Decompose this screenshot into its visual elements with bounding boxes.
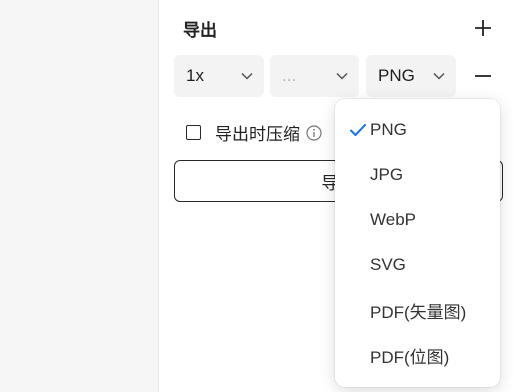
format-option-pdf-vector[interactable]: PDF(矢量图): [335, 290, 500, 330]
canvas-area: [0, 0, 159, 392]
compress-option: 导出时压缩: [186, 120, 322, 145]
format-select[interactable]: PNG: [366, 55, 456, 97]
format-value: PNG: [378, 66, 415, 85]
minus-icon: [475, 75, 491, 77]
format-option-png[interactable]: PNG: [335, 110, 500, 150]
format-option-svg[interactable]: SVG: [335, 245, 500, 285]
compress-checkbox[interactable]: [186, 125, 201, 140]
format-option-label: PDF(位图): [370, 347, 450, 367]
chevron-down-icon: [336, 72, 348, 80]
format-option-label: SVG: [370, 255, 406, 274]
format-option-pdf-bitmap[interactable]: PDF(位图): [335, 335, 500, 375]
format-option-label: JPG: [370, 165, 404, 184]
scale-value: 1x: [186, 66, 204, 85]
export-section-title: 导出: [183, 21, 217, 40]
compress-label: 导出时压缩: [215, 125, 300, 144]
suffix-select[interactable]: ...: [270, 55, 359, 97]
add-export-button[interactable]: [470, 15, 496, 41]
format-option-jpg[interactable]: JPG: [335, 155, 500, 195]
info-icon[interactable]: [306, 124, 322, 141]
format-option-label: PDF(矢量图): [370, 302, 467, 322]
format-dropdown-menu: PNG JPG WebP SVG PDF(矢量图) PDF(位图): [335, 99, 500, 387]
chevron-down-icon: [241, 72, 253, 80]
remove-export-button[interactable]: [470, 63, 496, 89]
format-option-webp[interactable]: WebP: [335, 200, 500, 240]
checkmark-icon: [350, 124, 366, 136]
format-option-label: WebP: [370, 210, 416, 229]
scale-select[interactable]: 1x: [174, 55, 264, 97]
suffix-value: ...: [282, 66, 297, 85]
chevron-down-icon: [433, 72, 445, 80]
format-option-label: PNG: [370, 120, 407, 139]
plus-icon: [475, 20, 491, 36]
